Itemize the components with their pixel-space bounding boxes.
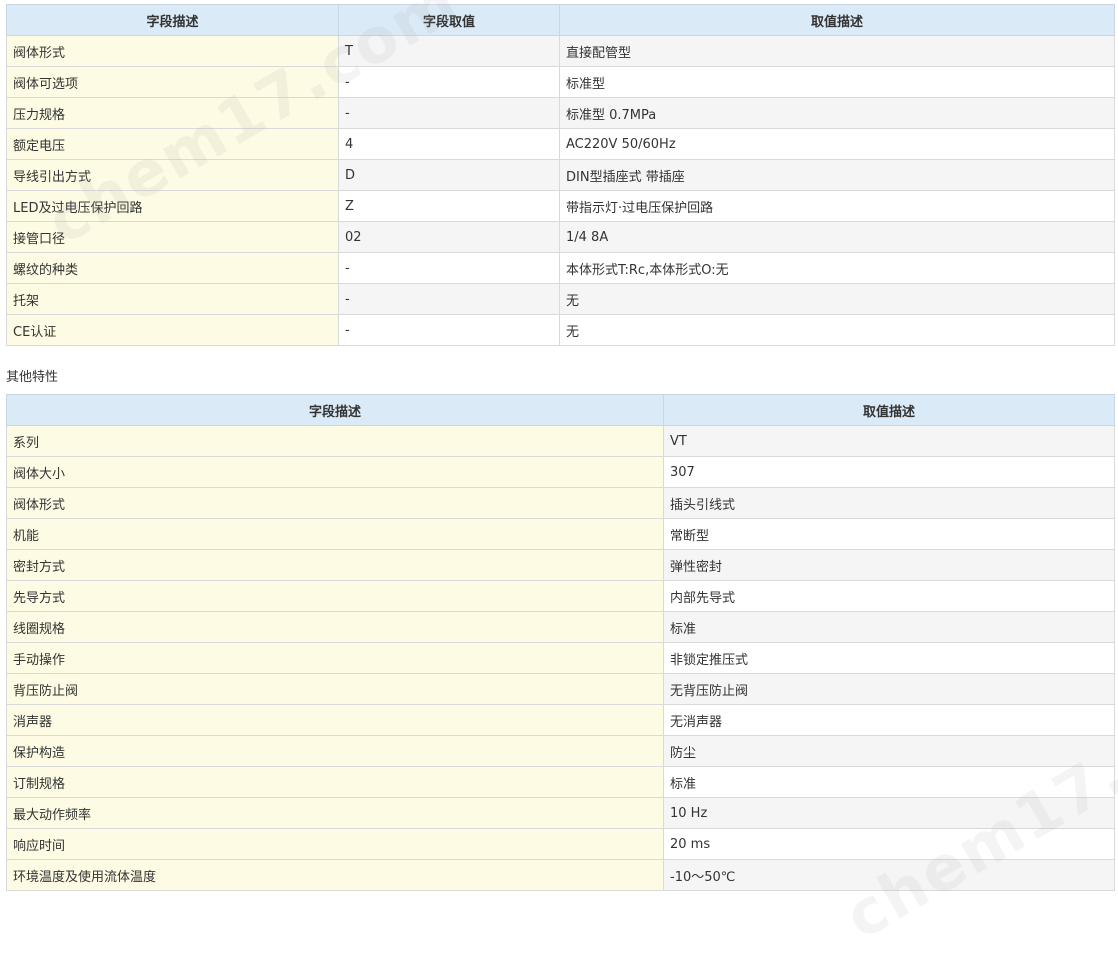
cell-value-description: 10 Hz <box>663 797 1115 829</box>
table-row: 接管口径 02 1/4 8A <box>6 221 1115 253</box>
table-header-row: 字段描述 取值描述 <box>6 394 1115 426</box>
cell-field-value: D <box>338 159 560 191</box>
cell-field-name: 线圈规格 <box>6 611 664 643</box>
cell-field-name: 环境温度及使用流体温度 <box>6 859 664 891</box>
cell-field-value: 02 <box>338 221 560 253</box>
cell-field-name: 保护构造 <box>6 735 664 767</box>
cell-field-name: 压力规格 <box>6 97 339 129</box>
cell-field-name: 阀体大小 <box>6 456 664 488</box>
cell-field-name: 密封方式 <box>6 549 664 581</box>
header-value-description: 取值描述 <box>663 394 1115 426</box>
cell-value-description: 防尘 <box>663 735 1115 767</box>
cell-value-description: 弹性密封 <box>663 549 1115 581</box>
cell-value-description: 标准 <box>663 766 1115 798</box>
table-row: 阀体形式 T 直接配管型 <box>6 35 1115 67</box>
table-row: CE认证 - 无 <box>6 314 1115 346</box>
cell-field-name: 额定电压 <box>6 128 339 160</box>
cell-value-description: 标准 <box>663 611 1115 643</box>
table-row: 背压防止阀 无背压防止阀 <box>6 673 1115 705</box>
cell-field-name: CE认证 <box>6 314 339 346</box>
header-value-description: 取值描述 <box>559 4 1115 36</box>
spec-table-main: 字段描述 字段取值 取值描述 阀体形式 T 直接配管型 阀体可选项 - 标准型 压力规格 - 标… <box>6 4 1115 346</box>
table-row: 阀体大小 307 <box>6 456 1115 488</box>
table-row: 系列 VT <box>6 425 1115 457</box>
cell-value-description: 内部先导式 <box>663 580 1115 612</box>
table-row: 订制规格 标准 <box>6 766 1115 798</box>
cell-field-name: 接管口径 <box>6 221 339 253</box>
cell-value-description: 标准型 <box>559 66 1115 98</box>
cell-field-value: Z <box>338 190 560 222</box>
cell-value-description: 1/4 8A <box>559 221 1115 253</box>
cell-field-name: 阀体可选项 <box>6 66 339 98</box>
cell-value-description: VT <box>663 425 1115 457</box>
table-row: 先导方式 内部先导式 <box>6 580 1115 612</box>
cell-field-value: 4 <box>338 128 560 160</box>
cell-value-description: 20 ms <box>663 828 1115 860</box>
cell-field-name: 阀体形式 <box>6 487 664 519</box>
cell-field-name: 最大动作频率 <box>6 797 664 829</box>
cell-value-description: -10～50℃ <box>663 859 1115 891</box>
spec-table-main-body: 阀体形式 T 直接配管型 阀体可选项 - 标准型 压力规格 - 标准型 0.7MPa 额定电压 4 A… <box>6 35 1115 346</box>
table-row: 阀体形式 插头引线式 <box>6 487 1115 519</box>
table-row: 线圈规格 标准 <box>6 611 1115 643</box>
table-row: 最大动作频率 10 Hz <box>6 797 1115 829</box>
header-field-description: 字段描述 <box>6 4 339 36</box>
table-row: 手动操作 非锁定推压式 <box>6 642 1115 674</box>
cell-value-description: 无 <box>559 283 1115 315</box>
spec-table-other-body: 系列 VT 阀体大小 307 阀体形式 插头引线式 机能 常断型 密封方式 弹性密封 先导方式 内部先… <box>6 425 1115 891</box>
cell-value-description: 标准型 0.7MPa <box>559 97 1115 129</box>
table-row: 螺纹的种类 - 本体形式T:Rc,本体形式O:无 <box>6 252 1115 284</box>
table-row: 消声器 无消声器 <box>6 704 1115 736</box>
cell-field-name: 先导方式 <box>6 580 664 612</box>
header-field-value: 字段取值 <box>338 4 560 36</box>
cell-value-description: 本体形式T:Rc,本体形式O:无 <box>559 252 1115 284</box>
table-row: 压力规格 - 标准型 0.7MPa <box>6 97 1115 129</box>
cell-field-value: - <box>338 97 560 129</box>
cell-value-description: 无消声器 <box>663 704 1115 736</box>
cell-field-name: 手动操作 <box>6 642 664 674</box>
table-row: 托架 - 无 <box>6 283 1115 315</box>
cell-field-name: 阀体形式 <box>6 35 339 67</box>
cell-field-name: 响应时间 <box>6 828 664 860</box>
cell-value-description: AC220V 50/60Hz <box>559 128 1115 160</box>
table-row: 机能 常断型 <box>6 518 1115 550</box>
cell-field-value: - <box>338 252 560 284</box>
cell-field-value: - <box>338 314 560 346</box>
cell-field-name: 托架 <box>6 283 339 315</box>
cell-field-name: 订制规格 <box>6 766 664 798</box>
cell-field-name: 机能 <box>6 518 664 550</box>
cell-field-name: 背压防止阀 <box>6 673 664 705</box>
cell-field-name: LED及过电压保护回路 <box>6 190 339 222</box>
cell-field-value: - <box>338 283 560 315</box>
spec-table-other: 字段描述 取值描述 系列 VT 阀体大小 307 阀体形式 插头引线式 机能 常断型 密封方式弹… <box>6 394 1115 891</box>
cell-field-name: 消声器 <box>6 704 664 736</box>
cell-value-description: 非锁定推压式 <box>663 642 1115 674</box>
table-row: 阀体可选项 - 标准型 <box>6 66 1115 98</box>
header-field-description: 字段描述 <box>6 394 664 426</box>
table-header-row: 字段描述 字段取值 取值描述 <box>6 4 1115 36</box>
cell-value-description: 插头引线式 <box>663 487 1115 519</box>
table-row: 导线引出方式 D DIN型插座式 带插座 <box>6 159 1115 191</box>
cell-value-description: DIN型插座式 带插座 <box>559 159 1115 191</box>
cell-value-description: 无背压防止阀 <box>663 673 1115 705</box>
cell-field-name: 系列 <box>6 425 664 457</box>
cell-field-value: - <box>338 66 560 98</box>
table-row: 保护构造 防尘 <box>6 735 1115 767</box>
cell-field-name: 导线引出方式 <box>6 159 339 191</box>
cell-value-description: 307 <box>663 456 1115 488</box>
cell-field-value: T <box>338 35 560 67</box>
cell-value-description: 无 <box>559 314 1115 346</box>
table-row: LED及过电压保护回路 Z 带指示灯·过电压保护回路 <box>6 190 1115 222</box>
table-row: 环境温度及使用流体温度 -10～50℃ <box>6 859 1115 891</box>
cell-field-name: 螺纹的种类 <box>6 252 339 284</box>
cell-value-description: 带指示灯·过电压保护回路 <box>559 190 1115 222</box>
table-row: 密封方式 弹性密封 <box>6 549 1115 581</box>
cell-value-description: 常断型 <box>663 518 1115 550</box>
section-title: 其他特性 <box>6 370 59 385</box>
table-row: 响应时间 20 ms <box>6 828 1115 860</box>
cell-value-description: 直接配管型 <box>559 35 1115 67</box>
table-row: 额定电压 4 AC220V 50/60Hz <box>6 128 1115 160</box>
